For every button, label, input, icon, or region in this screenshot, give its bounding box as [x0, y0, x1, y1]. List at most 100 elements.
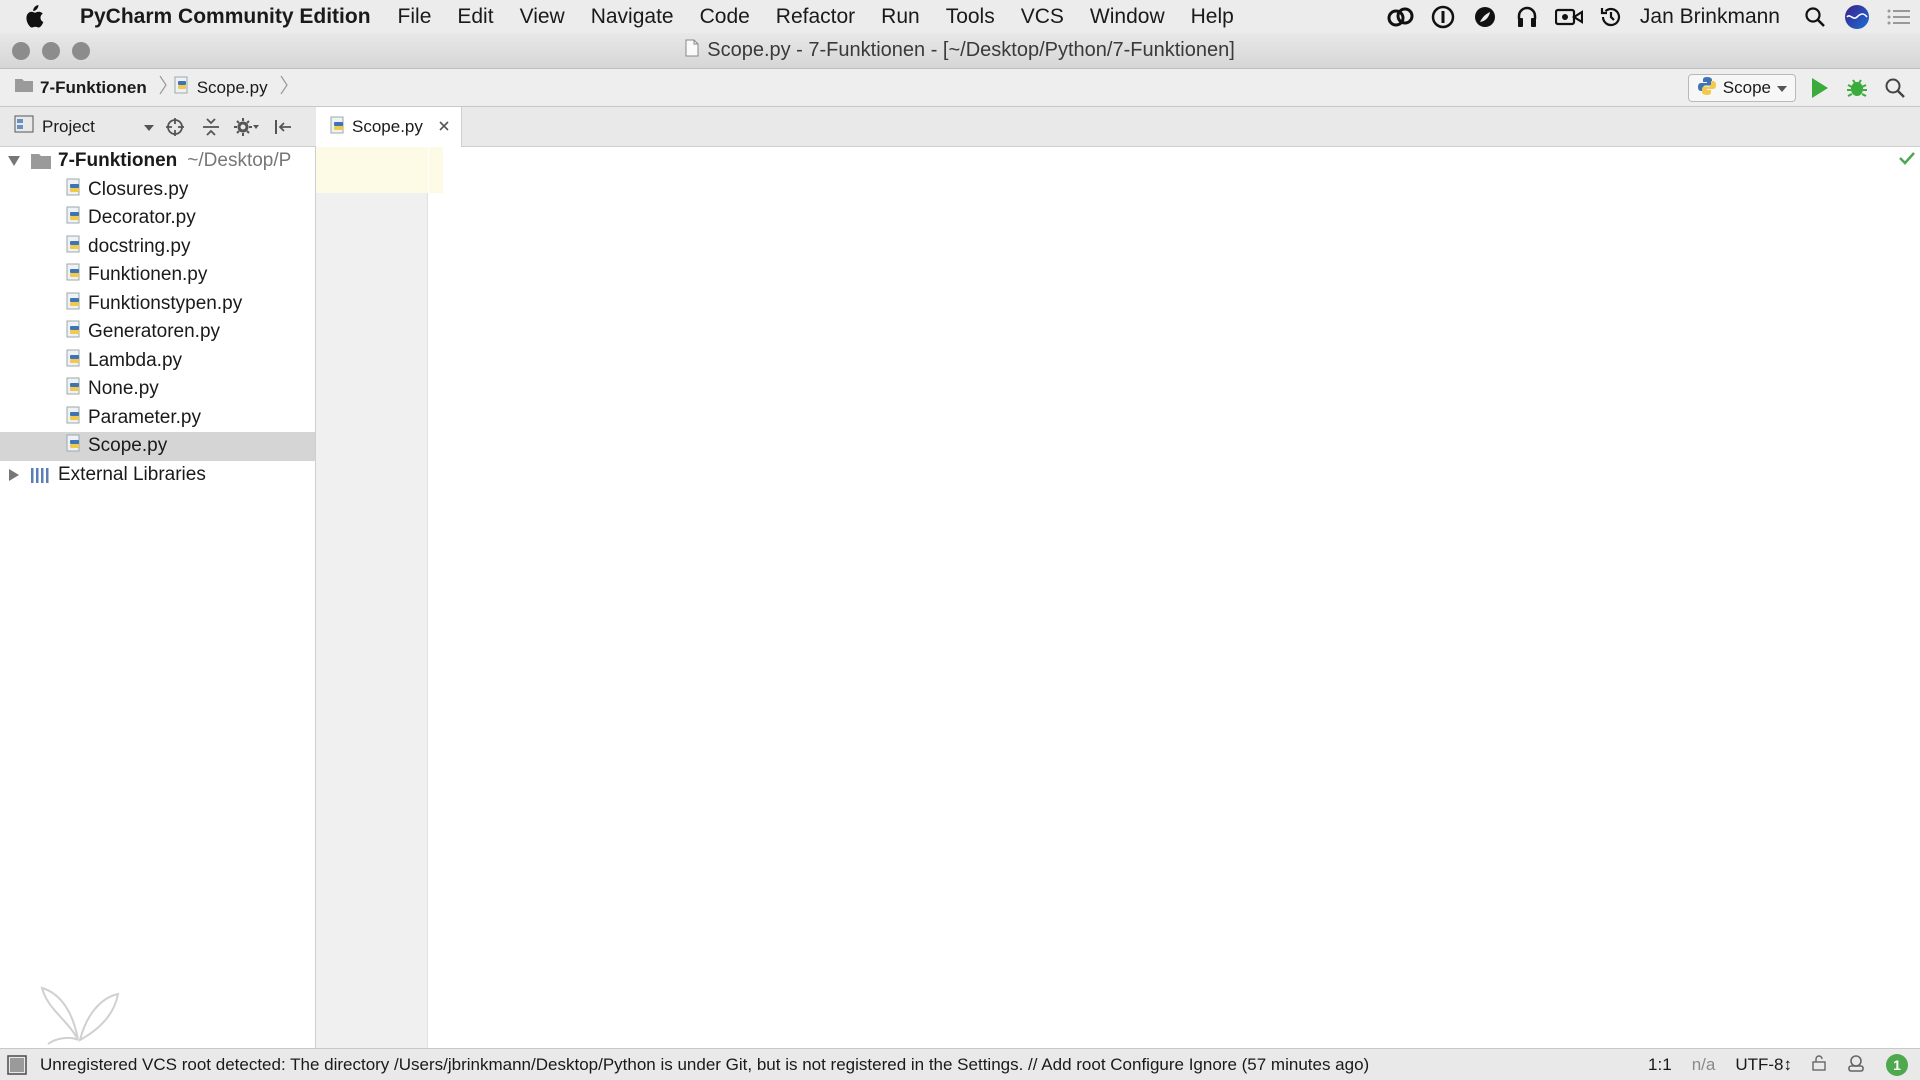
- hide-panel-icon[interactable]: [268, 112, 298, 142]
- menu-run[interactable]: Run: [868, 5, 933, 29]
- menu-vcs[interactable]: VCS: [1008, 5, 1077, 29]
- python-file-icon: [66, 406, 82, 430]
- close-tab-icon[interactable]: [439, 118, 449, 136]
- python-file-icon: [66, 434, 82, 458]
- window-title: Scope.py - 7-Funktionen - [~/Desktop/Pyt…: [0, 39, 1920, 63]
- file-encoding[interactable]: UTF-8↕: [1735, 1055, 1792, 1075]
- navigation-bar: 7-Funktionen Scope.py Scope: [0, 69, 1920, 107]
- line-separator-status[interactable]: n/a: [1692, 1055, 1716, 1075]
- video-camera-icon[interactable]: [1548, 7, 1590, 27]
- app-name-menu[interactable]: PyCharm Community Edition: [80, 5, 371, 29]
- project-view-selector[interactable]: Project: [0, 115, 160, 138]
- tree-file-label: Closures.py: [88, 178, 189, 200]
- python-file-icon: [66, 178, 82, 202]
- code-editor[interactable]: [429, 147, 1920, 1048]
- editor-gutter[interactable]: [316, 147, 428, 1048]
- creative-cloud-icon[interactable]: [1380, 7, 1422, 27]
- tree-file-label: Generatoren.py: [88, 321, 221, 343]
- folder-icon: [14, 77, 34, 98]
- collapse-all-icon[interactable]: [196, 112, 226, 142]
- menu-window[interactable]: Window: [1077, 5, 1178, 29]
- scroll-from-source-icon[interactable]: [160, 112, 190, 142]
- butterfly-watermark-icon: [38, 980, 122, 1046]
- tree-file-item[interactable]: None.py: [0, 375, 315, 404]
- tree-root-folder[interactable]: 7-Funktionen ~/Desktop/P: [0, 147, 315, 176]
- menu-view[interactable]: View: [507, 5, 578, 29]
- read-only-lock-icon[interactable]: [1812, 1054, 1826, 1076]
- tree-file-item[interactable]: Funktionen.py: [0, 261, 315, 290]
- editor-tab-bar: Scope.py: [316, 107, 1920, 147]
- project-view-icon: [14, 115, 34, 138]
- run-button[interactable]: [1804, 73, 1834, 103]
- menu-navigate[interactable]: Navigate: [578, 5, 687, 29]
- inspection-ok-check-icon[interactable]: [1898, 151, 1916, 170]
- expand-arrow-right-icon[interactable]: [0, 468, 24, 481]
- tree-external-libraries[interactable]: External Libraries: [0, 461, 315, 490]
- python-file-icon: [173, 76, 191, 99]
- headphones-icon[interactable]: [1506, 5, 1548, 29]
- python-file-icon: [66, 235, 82, 259]
- editor-tab-label: Scope.py: [352, 117, 423, 136]
- menu-help[interactable]: Help: [1178, 5, 1247, 29]
- menu-code[interactable]: Code: [687, 5, 763, 29]
- window-title-bar[interactable]: Scope.py - 7-Funktionen - [~/Desktop/Pyt…: [0, 33, 1920, 69]
- tree-file-label: Funktionen.py: [88, 264, 208, 286]
- breadcrumb-project[interactable]: 7-Funktionen: [40, 78, 147, 98]
- python-file-icon: [330, 116, 346, 139]
- tree-file-item[interactable]: Generatoren.py: [0, 318, 315, 347]
- project-tree: 7-Funktionen ~/Desktop/P Closures.py Dec…: [0, 147, 316, 1048]
- python-file-icon: [66, 206, 82, 230]
- apple-icon[interactable]: [22, 4, 66, 29]
- debug-button[interactable]: [1842, 73, 1872, 103]
- tree-file-item[interactable]: Funktionstypen.py: [0, 290, 315, 319]
- gear-icon[interactable]: [232, 112, 262, 142]
- tree-file-label: Scope.py: [88, 435, 168, 457]
- tree-file-label: None.py: [88, 378, 159, 400]
- library-icon: [24, 466, 52, 484]
- tree-root-path: ~/Desktop/P: [187, 150, 292, 172]
- window-title-text: Scope.py - 7-Funktionen - [~/Desktop/Pyt…: [707, 39, 1235, 61]
- user-name[interactable]: Jan Brinkmann: [1632, 5, 1794, 29]
- chevron-down-icon: [1777, 78, 1787, 98]
- search-everywhere-icon[interactable]: [1880, 73, 1910, 103]
- tree-file-item[interactable]: Parameter.py: [0, 404, 315, 433]
- tree-file-label: Parameter.py: [88, 406, 201, 428]
- caret-position[interactable]: 1:1: [1648, 1055, 1672, 1075]
- tree-file-item[interactable]: Closures.py: [0, 176, 315, 205]
- tree-file-item-selected[interactable]: Scope.py: [0, 432, 315, 461]
- python-file-icon: [66, 292, 82, 316]
- breadcrumb-file[interactable]: Scope.py: [197, 78, 268, 98]
- notification-center-icon[interactable]: [1878, 7, 1920, 27]
- tree-file-label: docstring.py: [88, 235, 191, 257]
- chevron-right-icon: [274, 75, 288, 100]
- menu-tools[interactable]: Tools: [933, 5, 1008, 29]
- tree-file-item[interactable]: Lambda.py: [0, 347, 315, 376]
- python-file-icon: [66, 263, 82, 287]
- menu-edit[interactable]: Edit: [444, 5, 506, 29]
- run-configuration-selector[interactable]: Scope: [1687, 74, 1796, 102]
- tree-file-item[interactable]: docstring.py: [0, 233, 315, 262]
- status-message[interactable]: Unregistered VCS root detected: The dire…: [28, 1055, 1369, 1075]
- time-machine-icon[interactable]: [1590, 5, 1632, 29]
- tree-file-item[interactable]: Decorator.py: [0, 204, 315, 233]
- hector-inspector-icon[interactable]: [1846, 1053, 1866, 1078]
- leaf-icon[interactable]: [1464, 6, 1506, 28]
- toggle-tool-windows-icon[interactable]: [0, 1054, 28, 1076]
- gutter-current-line: [316, 147, 428, 193]
- file-icon: [685, 39, 699, 63]
- tree-root-name: 7-Funktionen: [58, 150, 178, 172]
- menu-refactor[interactable]: Refactor: [763, 5, 868, 29]
- editor-tab-scope[interactable]: Scope.py: [316, 107, 462, 147]
- tree-file-label: Funktionstypen.py: [88, 292, 243, 314]
- menu-file[interactable]: File: [385, 5, 445, 29]
- project-tool-window-header: Project: [0, 107, 316, 147]
- python-file-icon: [66, 349, 82, 373]
- siri-icon[interactable]: [1836, 4, 1878, 30]
- expand-arrow-down-icon[interactable]: [0, 156, 24, 167]
- python-file-icon: [66, 320, 82, 344]
- event-log-notification-badge[interactable]: 1: [1886, 1054, 1908, 1076]
- password-manager-icon[interactable]: [1422, 5, 1464, 29]
- external-libraries-label: External Libraries: [58, 463, 206, 485]
- spotlight-search-icon[interactable]: [1794, 6, 1836, 28]
- status-bar: Unregistered VCS root detected: The dire…: [0, 1048, 1920, 1080]
